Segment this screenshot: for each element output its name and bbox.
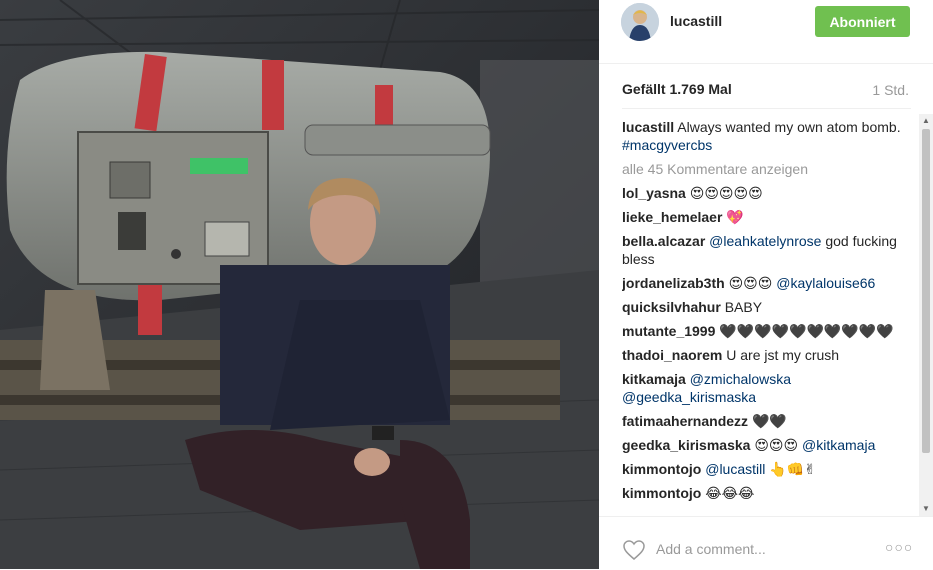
mention-link[interactable]: @kitkamaja <box>802 437 875 453</box>
like-heart-icon[interactable] <box>622 538 646 562</box>
comment-row: fatimaahernandezz 🖤🖤 <box>622 412 916 430</box>
comment-text: 😍😍😍😍😍 <box>689 185 763 201</box>
comment-row: mutante_1999 🖤🖤🖤🖤🖤🖤🖤🖤🖤🖤 <box>622 322 916 340</box>
avatar-image <box>621 3 659 41</box>
likes-count[interactable]: Gefällt 1.769 Mal <box>622 81 732 97</box>
comment-user[interactable]: jordanelizab3th <box>622 275 725 291</box>
comment-row: kitkamaja @zmichalowska @geedka_kirismas… <box>622 370 916 406</box>
comment-user[interactable]: lieke_hemelaer <box>622 209 722 225</box>
username-link[interactable]: lucastill <box>670 13 722 29</box>
comment-user[interactable]: kimmontojo <box>622 461 701 477</box>
comment-text: 😍😍😍 <box>728 275 777 291</box>
comment-row: kimmontojo @lucastill 👆👊✌ <box>622 460 916 478</box>
post-photo[interactable] <box>0 0 599 569</box>
comments-list: lucastill Always wanted my own atom bomb… <box>622 118 916 514</box>
comment-row: jordanelizab3th 😍😍😍 @kaylalouise66 <box>622 274 916 292</box>
comment-text: 💖 <box>726 209 744 225</box>
caption: lucastill Always wanted my own atom bomb… <box>622 118 916 154</box>
comment-user[interactable]: quicksilvhahur <box>622 299 721 315</box>
divider <box>622 108 911 109</box>
scrollbar-thumb[interactable] <box>922 129 930 453</box>
more-options-icon[interactable]: ○○○ <box>885 539 913 555</box>
comment-row: lol_yasna 😍😍😍😍😍 <box>622 184 916 202</box>
hashtag-link[interactable]: #macgyvercbs <box>622 137 712 153</box>
comment-row: kimmontojo 😂😂😂 <box>622 484 916 502</box>
comments-scrollbar[interactable]: ▲ ▼ <box>919 114 933 516</box>
comment-bar: Add a comment... ○○○ <box>599 516 933 570</box>
add-comment-input[interactable]: Add a comment... <box>656 541 766 557</box>
comment-text: 🖤🖤 <box>751 413 787 429</box>
comment-user[interactable]: lucastill <box>622 119 674 135</box>
comment-user[interactable]: mutante_1999 <box>622 323 715 339</box>
comment-user[interactable]: kitkamaja <box>622 371 686 387</box>
post-sidebar: lucastill Abonniert Gefällt 1.769 Mal 1 … <box>599 0 933 569</box>
comment-user[interactable]: bella.alcazar <box>622 233 705 249</box>
comment-user[interactable]: geedka_kirismaska <box>622 437 750 453</box>
comment-text: 😂😂😂 <box>705 485 755 501</box>
mention-link[interactable]: @kaylalouise66 <box>776 275 875 291</box>
caption-text: Always wanted my own atom bomb. <box>677 119 901 135</box>
comment-user[interactable]: fatimaahernandezz <box>622 413 748 429</box>
post-header: lucastill Abonniert <box>599 0 933 64</box>
comment-text: 🖤🖤🖤🖤🖤🖤🖤🖤🖤🖤 <box>719 323 894 339</box>
post-time[interactable]: 1 Std. <box>872 82 909 98</box>
comment-row: geedka_kirismaska 😍😍😍 @kitkamaja <box>622 436 916 454</box>
comment-user[interactable]: lol_yasna <box>622 185 686 201</box>
mention-link[interactable]: @lucastill <box>705 461 765 477</box>
comment-row: lieke_hemelaer 💖 <box>622 208 916 226</box>
comment-user[interactable]: kimmontojo <box>622 485 701 501</box>
scroll-down-icon[interactable]: ▼ <box>919 502 933 516</box>
load-more-comments[interactable]: alle 45 Kommentare anzeigen <box>622 160 916 178</box>
comment-row: bella.alcazar @leahkatelynrose god fucki… <box>622 232 916 268</box>
photo-image <box>0 0 599 569</box>
comment-text: U are jst my crush <box>726 347 840 363</box>
comment-user[interactable]: thadoi_naorem <box>622 347 722 363</box>
comment-row: quicksilvhahur BABY <box>622 298 916 316</box>
comment-text: 😍😍😍 <box>754 437 803 453</box>
mention-link[interactable]: @leahkatelynrose <box>709 233 821 249</box>
avatar[interactable] <box>621 3 659 41</box>
comment-row: thadoi_naorem U are jst my crush <box>622 346 916 364</box>
comment-text: 👆👊✌ <box>765 461 816 477</box>
follow-button[interactable]: Abonniert <box>815 6 910 37</box>
scroll-up-icon[interactable]: ▲ <box>919 114 933 128</box>
comment-text: BABY <box>724 299 763 315</box>
